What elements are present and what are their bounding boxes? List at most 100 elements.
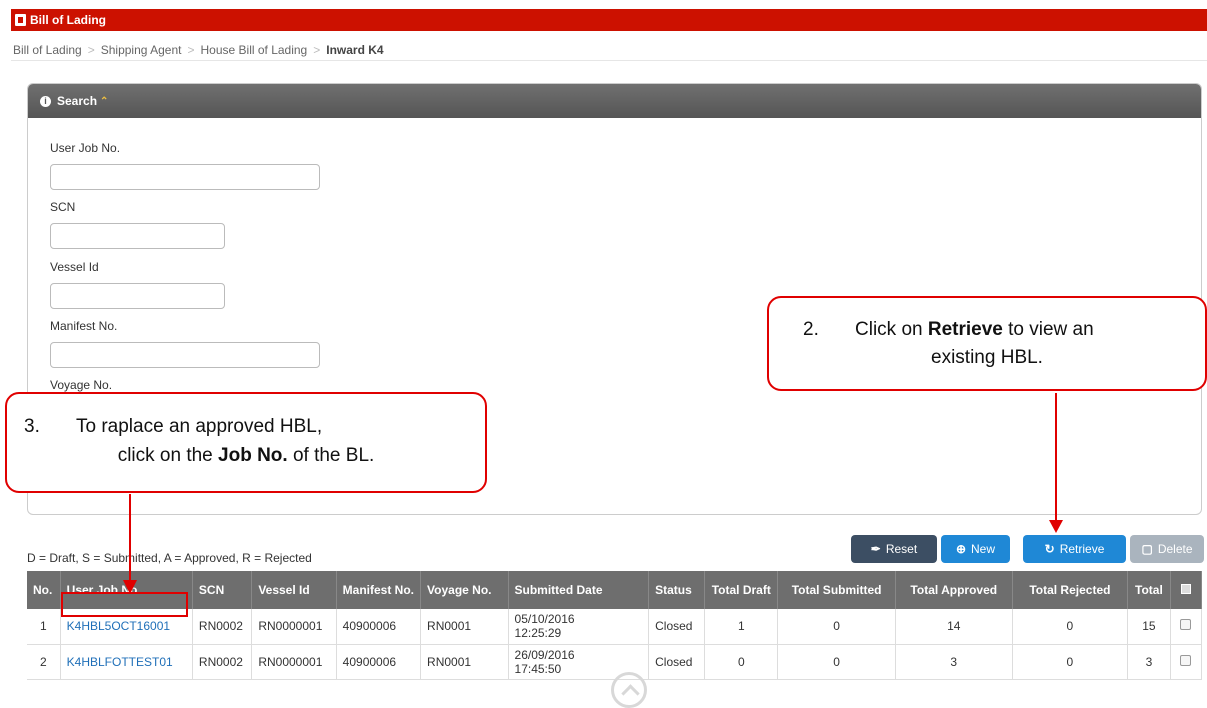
search-panel-title: Search bbox=[57, 94, 98, 108]
retrieve-arrow-head bbox=[1049, 520, 1063, 533]
col-header: No. bbox=[27, 571, 61, 609]
scn-cell: RN0002 bbox=[192, 609, 253, 645]
row-select-cell bbox=[1170, 609, 1203, 645]
callout-line: click on the Job No. of the BL. bbox=[7, 443, 485, 469]
callout-text: click on the bbox=[117, 445, 219, 466]
callout-line: 2. Click on Retrieve to view an bbox=[803, 317, 1094, 343]
info-icon: i bbox=[40, 95, 51, 107]
row-no: 2 bbox=[27, 644, 61, 680]
eraser-icon: ✒ bbox=[870, 542, 881, 556]
manifest-no-label: Manifest No. bbox=[50, 319, 118, 333]
breadcrumb-item[interactable]: Shipping Agent bbox=[101, 43, 182, 57]
total-cell: 15 bbox=[1127, 609, 1171, 645]
row-select-cell bbox=[1170, 644, 1203, 680]
callout-text: of the BL. bbox=[287, 445, 375, 466]
retrieve-button[interactable]: ↻ Retrieve bbox=[1023, 535, 1126, 563]
callout-text: To raplace an approved HBL, bbox=[76, 416, 323, 437]
manifest-no-cell: 40900006 bbox=[336, 609, 422, 645]
scroll-to-top-icon[interactable] bbox=[611, 672, 647, 708]
breadcrumb-current: Inward K4 bbox=[326, 43, 384, 57]
window-title-bar: Bill of Lading bbox=[11, 9, 1207, 31]
manifest-no-input[interactable] bbox=[50, 342, 320, 368]
voyage-no-label: Voyage No. bbox=[50, 378, 113, 392]
table-row[interactable]: 2 K4HBLFOTTEST01 RN0002 RN0000001 409000… bbox=[27, 644, 1203, 680]
vessel-id-input[interactable] bbox=[50, 283, 225, 309]
col-header[interactable]: Manifest No. bbox=[336, 571, 422, 609]
col-header[interactable]: Voyage No. bbox=[420, 571, 509, 609]
user-job-no-link[interactable]: K4HBLFOTTEST01 bbox=[60, 644, 193, 680]
job-no-highlight bbox=[61, 592, 188, 617]
delete-button[interactable]: ▢ Delete bbox=[1130, 535, 1204, 563]
col-header[interactable]: Vessel Id bbox=[251, 571, 337, 609]
total-draft-cell: 0 bbox=[704, 644, 779, 680]
job-no-callout: 3. To raplace an approved HBL, click on t… bbox=[5, 392, 487, 493]
reset-button-label: Reset bbox=[885, 542, 918, 556]
col-header[interactable]: Submitted Date bbox=[508, 571, 650, 609]
retrieve-callout: 2. Click on Retrieve to view an existing … bbox=[767, 296, 1207, 391]
collapse-caret-icon[interactable]: ⌃ bbox=[100, 96, 108, 107]
submitted-date: 26/09/2016 bbox=[514, 647, 575, 662]
breadcrumb-item[interactable]: House Bill of Lading bbox=[201, 43, 308, 57]
col-header[interactable]: SCN bbox=[192, 571, 253, 609]
reset-button[interactable]: ✒ Reset bbox=[851, 535, 937, 563]
callout-bold-text: Retrieve bbox=[927, 319, 1003, 340]
total-rejected-cell: 0 bbox=[1012, 609, 1129, 645]
trash-icon: ▢ bbox=[1141, 542, 1153, 556]
table-header-row: No. User Job No. SCN Vessel Id Manifest … bbox=[27, 571, 1203, 609]
document-icon bbox=[15, 14, 26, 26]
col-header[interactable]: Total Submitted bbox=[777, 571, 896, 609]
submitted-date: 05/10/2016 bbox=[514, 612, 575, 627]
scn-label: SCN bbox=[50, 200, 76, 214]
voyage-no-cell: RN0001 bbox=[420, 609, 509, 645]
manifest-no-cell: 40900006 bbox=[336, 644, 422, 680]
callout-text: Click on bbox=[855, 319, 928, 340]
select-all-header[interactable] bbox=[1170, 571, 1203, 609]
breadcrumb: Bill of Lading > Shipping Agent > House … bbox=[11, 31, 1207, 61]
status-cell: Closed bbox=[648, 609, 706, 645]
callout-number: 3. bbox=[24, 416, 40, 437]
breadcrumb-separator-icon: > bbox=[313, 43, 321, 57]
search-panel-header[interactable]: i Search ⌃ bbox=[28, 84, 1201, 118]
total-approved-cell: 3 bbox=[895, 644, 1013, 680]
results-table: No. User Job No. SCN Vessel Id Manifest … bbox=[27, 571, 1203, 680]
row-checkbox[interactable] bbox=[1180, 619, 1192, 631]
new-button[interactable]: ⊕ New bbox=[941, 535, 1010, 563]
breadcrumb-item[interactable]: Bill of Lading bbox=[13, 43, 82, 57]
callout-text: to view an bbox=[1002, 319, 1094, 340]
col-header[interactable]: Status bbox=[648, 571, 706, 609]
total-rejected-cell: 0 bbox=[1012, 644, 1129, 680]
refresh-icon: ↻ bbox=[1044, 542, 1055, 556]
col-header[interactable]: Total Rejected bbox=[1012, 571, 1129, 609]
callout-number: 2. bbox=[803, 319, 819, 340]
retrieve-button-label: Retrieve bbox=[1059, 542, 1105, 556]
new-button-label: New bbox=[971, 542, 996, 556]
voyage-no-cell: RN0001 bbox=[420, 644, 509, 680]
scn-cell: RN0002 bbox=[192, 644, 253, 680]
total-draft-cell: 1 bbox=[704, 609, 779, 645]
status-legend: D = Draft, S = Submitted, A = Approved, … bbox=[27, 551, 312, 565]
row-no: 1 bbox=[27, 609, 61, 645]
total-cell: 3 bbox=[1127, 644, 1171, 680]
breadcrumb-separator-icon: > bbox=[187, 43, 195, 57]
callout-line: existing HBL. bbox=[931, 347, 1043, 368]
total-approved-cell: 14 bbox=[895, 609, 1013, 645]
col-header[interactable]: Total Approved bbox=[895, 571, 1013, 609]
breadcrumb-separator-icon: > bbox=[87, 43, 95, 57]
vessel-id-cell: RN0000001 bbox=[251, 609, 337, 645]
window-title: Bill of Lading bbox=[30, 13, 106, 27]
vessel-id-cell: RN0000001 bbox=[251, 644, 337, 680]
col-header[interactable]: Total bbox=[1127, 571, 1171, 609]
submitted-time: 12:25:29 bbox=[514, 626, 562, 641]
row-checkbox[interactable] bbox=[1180, 654, 1192, 666]
col-header[interactable]: Total Draft bbox=[704, 571, 779, 609]
plus-circle-icon: ⊕ bbox=[955, 542, 967, 556]
vessel-id-label: Vessel Id bbox=[50, 260, 99, 274]
status-cell: Closed bbox=[648, 644, 706, 680]
user-job-no-input[interactable] bbox=[50, 164, 320, 190]
callout-line: 3. To raplace an approved HBL, bbox=[24, 414, 322, 440]
scn-input[interactable] bbox=[50, 223, 225, 249]
total-submitted-cell: 0 bbox=[777, 609, 896, 645]
table-row[interactable]: 1 K4HBL5OCT16001 RN0002 RN0000001 409000… bbox=[27, 609, 1203, 645]
select-all-checkbox[interactable] bbox=[1180, 584, 1191, 594]
delete-button-label: Delete bbox=[1157, 542, 1193, 556]
